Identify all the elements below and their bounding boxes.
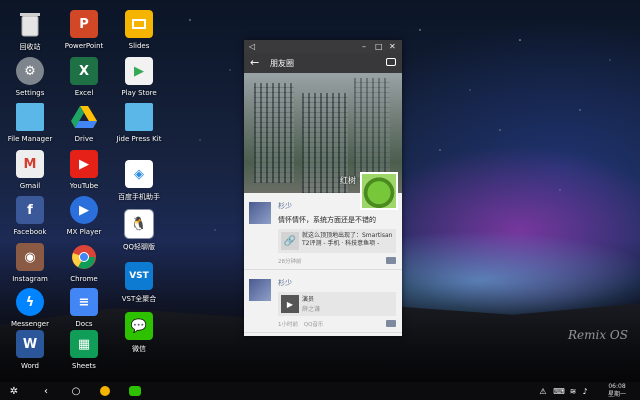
desktop-icon-baidu-assistant[interactable]: ◈ 百度手机助手 (107, 160, 171, 212)
gmail-icon: M (16, 150, 44, 178)
excel-icon: X (70, 57, 98, 85)
link-title: 就这么顶顶地出现了：Smartisan T2评测 - 手机 · 科技意鱼项 - (302, 232, 393, 247)
remix-os-watermark: Remix OS (568, 328, 628, 342)
avatar[interactable] (249, 202, 271, 224)
moment-post: 杉少 ▶ 演员 薛之谦 1小时前 QQ音乐 (244, 270, 402, 333)
desktop-icon-jide-press-kit[interactable]: Jide Press Kit (107, 103, 171, 155)
post-meta: 1小时前 QQ音乐 (278, 320, 396, 328)
link-icon: 🔗 (281, 232, 299, 250)
keyboard-icon[interactable]: ⌨ (553, 384, 565, 398)
drive-icon (70, 103, 98, 131)
music-artist: 薛之谦 (302, 306, 321, 313)
home-icon[interactable]: ○ (70, 384, 82, 398)
frog-avatar-icon (362, 174, 396, 208)
taskbar: ✲ ‹ ○ ⚠ ⌨ ≋ ♪ 06:08 星期一 (0, 382, 640, 400)
play-store-icon: ▶ (125, 57, 153, 85)
taskbar-app-icon[interactable] (99, 384, 111, 398)
desktop-icon-play-store[interactable]: ▶ Play Store (107, 57, 171, 109)
avatar[interactable] (249, 279, 271, 301)
comment-icon[interactable] (386, 257, 396, 264)
shared-music-card[interactable]: ▶ 演员 薛之谦 (278, 292, 396, 316)
close-icon[interactable]: ✕ (389, 41, 396, 52)
taskbar-wechat-icon[interactable] (128, 384, 142, 398)
sheets-icon: ▦ (70, 330, 98, 358)
window-title-bar[interactable]: ◁ – □ ✕ (244, 40, 402, 53)
qq-icon: 🐧 (124, 209, 154, 239)
chrome-icon (70, 243, 98, 271)
word-icon: W (16, 330, 44, 358)
moments-feed: 杉少 情怀情怀，系统方面还是不错的 🔗 就这么顶顶地出现了：Smartisan … (244, 193, 402, 333)
music-title: 演员 (302, 296, 315, 303)
start-menu-icon[interactable]: ✲ (6, 384, 22, 398)
vst-icon: VST (125, 262, 153, 290)
maximize-icon[interactable]: □ (375, 41, 383, 52)
wechat-icon: 💬 (125, 312, 153, 340)
messenger-icon: ϟ (16, 288, 44, 316)
powerpoint-icon: P (70, 10, 98, 38)
shared-link-card[interactable]: 🔗 就这么顶顶地出现了：Smartisan T2评测 - 手机 · 科技意鱼项 … (278, 229, 396, 253)
play-icon[interactable]: ▶ (281, 295, 299, 313)
baidu-assistant-icon: ◈ (125, 160, 153, 188)
post-meta: 28分钟前 (278, 257, 396, 265)
wifi-icon[interactable]: ≋ (568, 384, 578, 398)
trash-icon (16, 10, 44, 38)
desktop-icon-wechat[interactable]: 💬 微信 (107, 312, 171, 364)
page-title: 朋友圈 (270, 59, 294, 68)
post-source: QQ音乐 (303, 322, 324, 328)
docs-icon: ≡ (70, 288, 98, 316)
desktop-icon-slides[interactable]: Slides (107, 10, 171, 62)
post-time: 28分钟前 (278, 259, 302, 265)
facebook-icon: f (16, 196, 44, 224)
comment-icon[interactable] (386, 320, 396, 327)
slides-icon (125, 10, 153, 38)
moments-header: ← 朋友圈 (244, 53, 402, 73)
user-avatar[interactable] (360, 172, 398, 210)
window-back-icon[interactable]: ◁ (249, 41, 255, 52)
mx-player-icon: ▶ (70, 196, 98, 224)
folder-icon (125, 103, 153, 131)
desktop-icon-vst[interactable]: VST VST全聚合 (107, 262, 171, 314)
instagram-icon: ◉ (16, 243, 44, 271)
minimize-icon[interactable]: – (362, 41, 366, 52)
youtube-icon: ▶ (70, 150, 98, 178)
system-clock[interactable]: 06:08 星期一 (608, 383, 626, 399)
folder-icon (16, 103, 44, 131)
desktop-icon-sheets[interactable]: ▦ Sheets (52, 330, 116, 382)
post-author[interactable]: 杉少 (278, 278, 396, 288)
volume-icon[interactable]: ♪ (580, 384, 590, 398)
camera-icon[interactable] (386, 58, 396, 66)
gear-icon: ⚙ (16, 57, 44, 85)
post-time: 1小时前 (278, 322, 298, 328)
back-icon[interactable]: ‹ (40, 384, 52, 398)
back-arrow-icon[interactable]: ← (250, 56, 259, 69)
post-text: 情怀情怀，系统方面还是不错的 (278, 216, 376, 224)
cover-username: 红树 (340, 176, 356, 185)
desktop-icon-qq[interactable]: 🐧 QQ轻聊版 (107, 209, 171, 262)
notification-icon[interactable]: ⚠ (538, 384, 548, 398)
wechat-moments-window: ◁ – □ ✕ ← 朋友圈 红树 杉少 情怀情怀，系统方面还是不错的 🔗 就这么… (244, 40, 402, 336)
